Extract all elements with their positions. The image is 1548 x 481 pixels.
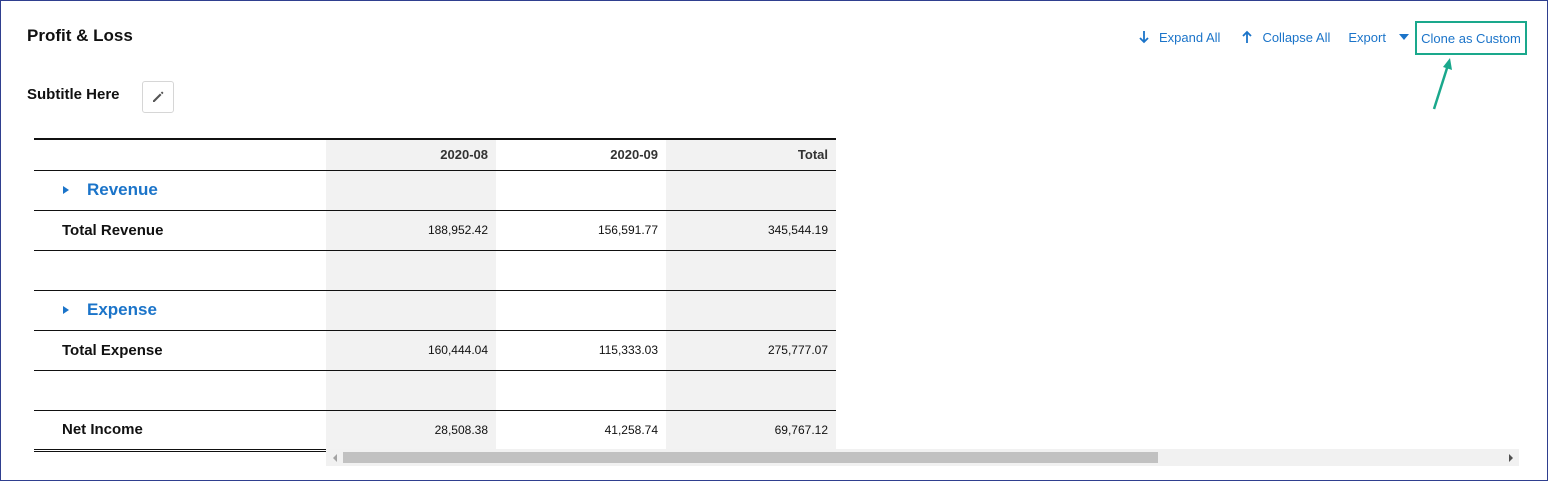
table-row-net-income: Net Income 28,508.38 41,258.74 69,767.12: [34, 410, 836, 452]
net-income-label: Net Income: [34, 410, 326, 452]
header-2020-09: 2020-09: [496, 138, 666, 171]
expense-group-label: Expense: [87, 300, 157, 319]
report-toolbar: Expand All Collapse All Export: [1129, 21, 1410, 53]
profit-loss-table: 2020-08 2020-09 Total Revenue Total Reve…: [34, 138, 836, 452]
report-panel: Profit & Loss Subtitle Here Expand All C…: [0, 0, 1548, 481]
export-button[interactable]: Export: [1348, 30, 1386, 45]
net-income-total: 69,767.12: [666, 410, 836, 452]
report-subtitle: Subtitle Here: [27, 86, 120, 103]
caret-right-icon: [62, 305, 70, 315]
expand-all-button[interactable]: Expand All: [1137, 30, 1220, 45]
edit-subtitle-button[interactable]: [142, 81, 174, 113]
table-row-total-revenue: Total Revenue 188,952.42 156,591.77 345,…: [34, 210, 836, 251]
expand-all-label: Expand All: [1159, 29, 1221, 45]
horizontal-scrollbar[interactable]: [326, 449, 1519, 466]
header-label-column: [34, 138, 326, 171]
total-expense-2020-09: 115,333.03: [496, 330, 666, 371]
annotation-arrow-icon: [1432, 58, 1452, 110]
table-row-total-expense: Total Expense 160,444.04 115,333.03 275,…: [34, 330, 836, 371]
clone-as-custom-label: Clone as Custom: [1421, 30, 1521, 46]
scrollbar-thumb[interactable]: [343, 452, 1158, 463]
total-revenue-label: Total Revenue: [34, 210, 326, 251]
export-label: Export: [1348, 29, 1386, 45]
collapse-all-label: Collapse All: [1262, 29, 1331, 45]
table-row-revenue-group: Revenue: [34, 170, 836, 211]
clone-as-custom-button[interactable]: Clone as Custom: [1415, 21, 1527, 55]
total-expense-total: 275,777.07: [666, 330, 836, 371]
total-expense-label: Total Expense: [34, 330, 326, 371]
header-total: Total: [666, 138, 836, 171]
table-header-row: 2020-08 2020-09 Total: [34, 138, 836, 171]
revenue-group-label: Revenue: [87, 180, 158, 199]
total-expense-2020-08: 160,444.04: [326, 330, 496, 371]
net-income-2020-09: 41,258.74: [496, 410, 666, 452]
total-revenue-2020-09: 156,591.77: [496, 210, 666, 251]
arrow-up-icon: [1240, 30, 1254, 44]
net-income-2020-08: 28,508.38: [326, 410, 496, 452]
caret-right-icon: [62, 185, 70, 195]
table-row-spacer: [34, 370, 836, 411]
scroll-left-icon[interactable]: [326, 449, 343, 466]
total-revenue-2020-08: 188,952.42: [326, 210, 496, 251]
expense-group-toggle[interactable]: Expense: [62, 300, 157, 320]
page-title: Profit & Loss: [27, 26, 133, 45]
arrow-down-icon: [1137, 30, 1151, 44]
scroll-right-icon[interactable]: [1502, 449, 1519, 466]
revenue-group-toggle[interactable]: Revenue: [62, 180, 158, 200]
header-2020-08: 2020-08: [326, 138, 496, 171]
table-row-spacer: [34, 250, 836, 291]
collapse-all-button[interactable]: Collapse All: [1240, 30, 1330, 45]
caret-down-icon[interactable]: [1398, 31, 1410, 43]
table-row-expense-group: Expense: [34, 290, 836, 331]
total-revenue-total: 345,544.19: [666, 210, 836, 251]
pencil-icon: [153, 91, 164, 102]
